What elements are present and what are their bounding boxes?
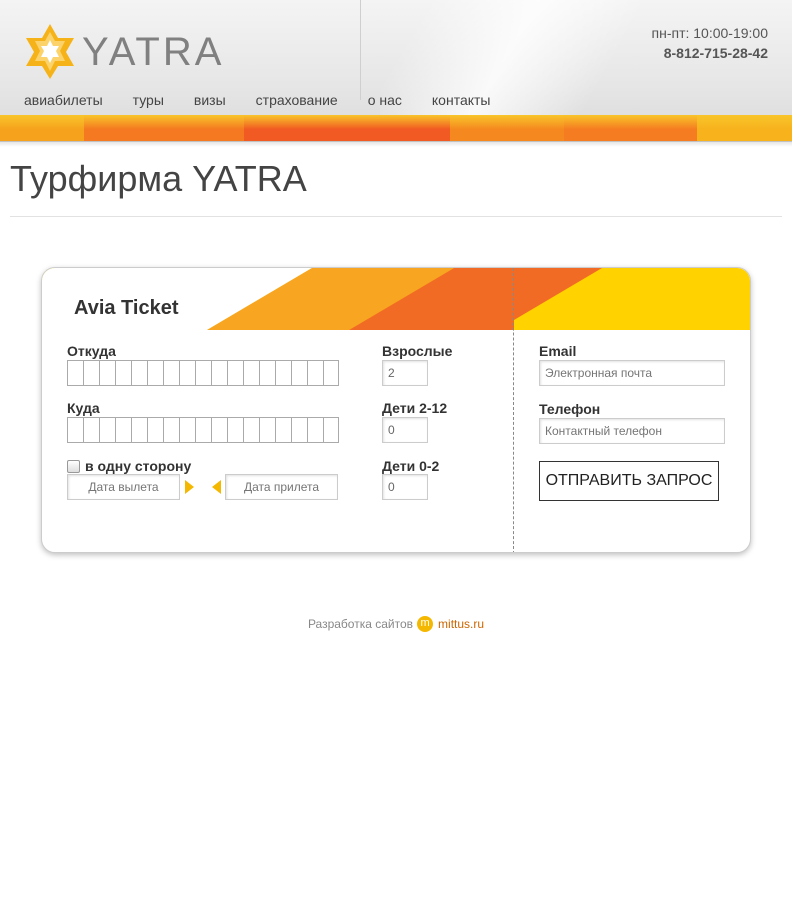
page: YATRA пн-пт: 10:00-19:00 8-812-715-28-42… [0,0,792,919]
char-cell[interactable] [323,417,339,443]
ticket-title: Avia Ticket [74,297,179,319]
one-way-checkbox[interactable] [67,459,80,473]
char-cell[interactable] [99,417,115,443]
char-cell[interactable] [275,417,291,443]
departure-date-input[interactable] [67,474,180,500]
ticket-banner: Avia Ticket [42,268,750,330]
star-logo-icon [26,24,74,79]
site-footer: Разработка сайтов m mittus.ru [0,616,792,632]
header-phone: 8-812-715-28-42 [663,45,768,61]
char-cell[interactable] [243,417,259,443]
nav-item-flights[interactable]: авиабилеты [24,92,103,108]
char-cell[interactable] [115,360,131,386]
logo[interactable]: YATRA [22,22,221,80]
nav-item-visas[interactable]: визы [194,92,226,108]
char-cell[interactable] [323,360,339,386]
one-way-label: в одну сторону [85,458,192,474]
color-stripe [0,115,792,141]
nav-item-about[interactable]: о нас [368,92,402,108]
working-hours: пн-пт: 10:00-19:00 [651,25,768,41]
char-cell[interactable] [131,417,147,443]
char-cell[interactable] [83,417,99,443]
arrow-left-icon [212,480,221,494]
main-nav: авиабилеты туры визы страхование о нас к… [24,92,521,108]
page-title: Турфирма YATRA [10,158,307,199]
char-cell[interactable] [211,360,227,386]
one-way-option[interactable]: в одну сторону [67,458,191,474]
phone-field[interactable] [539,418,725,444]
children-input[interactable] [382,417,428,443]
nav-item-insurance[interactable]: страхование [256,92,338,108]
char-cell[interactable] [211,417,227,443]
nav-item-contacts[interactable]: контакты [432,92,491,108]
char-cell[interactable] [67,360,83,386]
char-cell[interactable] [147,417,163,443]
nav-item-tours[interactable]: туры [133,92,164,108]
char-cell[interactable] [195,417,211,443]
to-input[interactable] [67,417,339,443]
char-cell[interactable] [147,360,163,386]
char-cell[interactable] [179,360,195,386]
char-cell[interactable] [83,360,99,386]
char-cell[interactable] [259,417,275,443]
char-cell[interactable] [67,417,83,443]
infants-label: Дети 0-2 [382,458,440,474]
char-cell[interactable] [291,417,307,443]
arrival-date-input[interactable] [225,474,338,500]
char-cell[interactable] [307,417,323,443]
avia-ticket-form: Avia Ticket Откуда Куда в одну сторону В… [41,267,751,553]
char-cell[interactable] [227,417,243,443]
infants-input[interactable] [382,474,428,500]
char-cell[interactable] [131,360,147,386]
adults-input[interactable] [382,360,428,386]
char-cell[interactable] [243,360,259,386]
from-input[interactable] [67,360,339,386]
char-cell[interactable] [115,417,131,443]
adults-label: Взрослые [382,343,453,359]
to-label: Куда [67,400,100,416]
char-cell[interactable] [163,360,179,386]
char-cell[interactable] [99,360,115,386]
children-label: Дети 2-12 [382,400,448,416]
char-cell[interactable] [291,360,307,386]
from-label: Откуда [67,343,116,359]
logo-text: YATRA [82,30,225,74]
char-cell[interactable] [275,360,291,386]
arrow-right-icon [185,480,194,494]
char-cell[interactable] [163,417,179,443]
site-header: YATRA пн-пт: 10:00-19:00 8-812-715-28-42… [0,0,792,142]
footer-text: Разработка сайтов [307,617,414,631]
footer-developer-link[interactable]: mittus.ru [438,617,484,631]
mittus-logo-icon: m [417,616,434,632]
char-cell[interactable] [179,417,195,443]
email-label: Email [539,343,577,359]
char-cell[interactable] [307,360,323,386]
char-cell[interactable] [259,360,275,386]
phone-label: Телефон [539,401,601,417]
char-cell[interactable] [195,360,211,386]
char-cell[interactable] [227,360,243,386]
submit-request-button[interactable]: ОТПРАВИТЬ ЗАПРОС [539,461,719,501]
ticket-perforation [513,268,514,552]
email-field[interactable] [539,360,725,386]
divider [10,216,782,217]
